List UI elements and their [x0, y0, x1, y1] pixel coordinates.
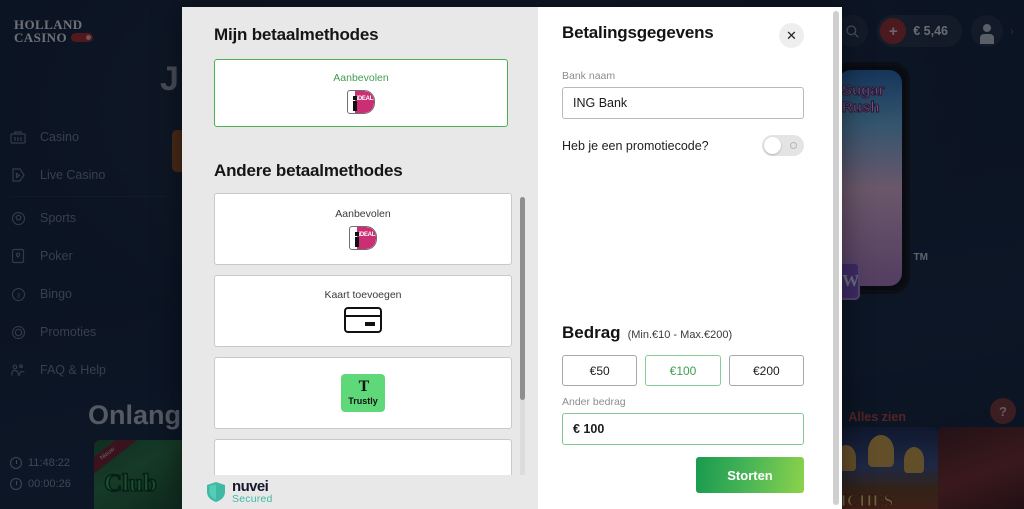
other-methods-section: Aanbevolen iDEAL Kaart toevoegen T Trust…	[182, 193, 538, 509]
method-card-add-card[interactable]: Kaart toevoegen	[214, 275, 512, 347]
custom-amount-input[interactable]: € 100	[562, 413, 804, 445]
method-card-label: Aanbevolen	[335, 208, 391, 220]
amount-chip-50[interactable]: €50	[562, 355, 638, 386]
bank-name-input[interactable]: ING Bank	[562, 87, 804, 119]
ideal-logo-icon: iDEAL	[349, 226, 377, 250]
nuvei-brand: nuvei	[232, 477, 269, 495]
method-card-label: Aanbevolen	[333, 72, 389, 84]
promo-code-toggle[interactable]	[762, 135, 804, 156]
amount-chip-200[interactable]: €200	[728, 355, 804, 386]
method-card-ideal-saved[interactable]: Aanbevolen iDEAL	[214, 59, 508, 127]
payment-modal: Mijn betaalmethodes Aanbevolen iDEAL And…	[182, 7, 842, 509]
amount-range-hint: (Min.€10 - Max.€200)	[627, 329, 733, 341]
method-card-ideal[interactable]: Aanbevolen iDEAL	[214, 193, 512, 265]
amount-header: Bedrag (Min.€10 - Max.€200)	[562, 323, 818, 343]
other-methods-list[interactable]: Aanbevolen iDEAL Kaart toevoegen T Trust…	[214, 193, 512, 483]
credit-card-icon	[344, 307, 382, 333]
deposit-button[interactable]: Storten	[696, 457, 804, 493]
method-card-label: Kaart toevoegen	[324, 289, 402, 301]
nuvei-tagline: Secured	[232, 493, 273, 506]
payment-details-title: Betalingsgegevens	[562, 23, 714, 42]
my-methods-list: Aanbevolen iDEAL	[182, 45, 538, 127]
other-methods-title: Andere betaalmethodes	[214, 161, 403, 180]
details-scrollbar-thumb[interactable]	[833, 11, 839, 505]
toggle-knob	[764, 137, 781, 154]
details-scrollbar[interactable]	[833, 11, 839, 505]
methods-scrollbar[interactable]	[520, 197, 525, 479]
payment-details-panel: Betalingsgegevens ✕ Bank naam ING Bank H…	[538, 7, 842, 509]
nuvei-footer: nuvei Secured	[182, 475, 538, 509]
ideal-logo-icon: iDEAL	[347, 90, 375, 114]
promo-code-row[interactable]: Heb je een promotiecode?	[562, 135, 804, 156]
bank-name-value: ING Bank	[573, 96, 628, 110]
amount-chip-100[interactable]: €100	[645, 355, 721, 386]
my-methods-title: Mijn betaalmethodes	[214, 25, 379, 44]
payment-methods-panel: Mijn betaalmethodes Aanbevolen iDEAL And…	[182, 7, 538, 509]
trustly-label: Trustly	[348, 395, 378, 406]
promo-code-label: Heb je een promotiecode?	[562, 138, 709, 153]
close-icon[interactable]: ✕	[779, 23, 804, 48]
amount-chips: €50 €100 €200	[562, 355, 804, 386]
trustly-logo-icon: T Trustly	[341, 374, 385, 412]
toggle-off-icon	[790, 142, 797, 149]
method-card-trustly[interactable]: T Trustly	[214, 357, 512, 429]
amount-title: Bedrag	[562, 323, 621, 342]
shield-icon	[207, 482, 225, 502]
custom-amount-value: € 100	[573, 422, 605, 436]
custom-amount-label: Ander bedrag	[562, 396, 626, 408]
methods-scrollbar-thumb[interactable]	[520, 197, 525, 401]
bank-name-label: Bank naam	[562, 70, 616, 82]
